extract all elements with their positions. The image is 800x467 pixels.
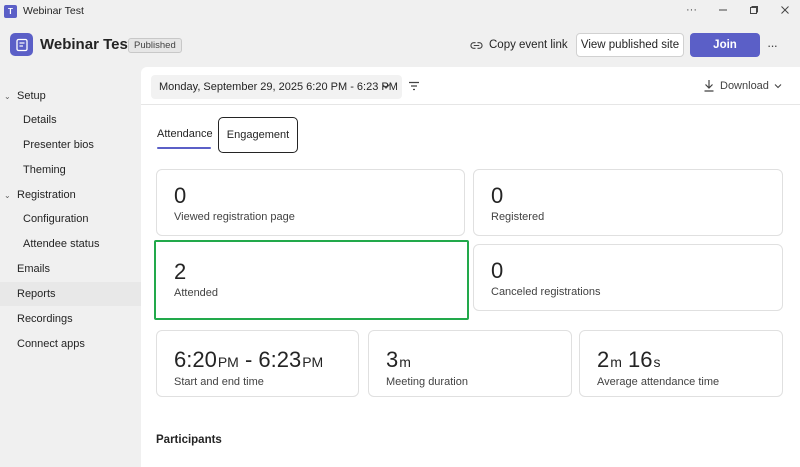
- duration-number: 3: [386, 347, 399, 372]
- time-range-value: 6:20PM - 6:23PM: [174, 347, 323, 373]
- date-range-value: Monday, September 29, 2025 6:20 PM - 6:2…: [159, 81, 398, 93]
- date-range-dropdown[interactable]: Monday, September 29, 2025 6:20 PM - 6:2…: [151, 75, 402, 99]
- active-tab-indicator: [157, 147, 211, 149]
- duration-unit: m: [399, 354, 411, 370]
- sidebar-item-label: Configuration: [23, 213, 89, 225]
- avg-seconds-unit: s: [653, 354, 661, 370]
- download-label: Download: [720, 79, 769, 92]
- stat-label: Canceled registrations: [491, 286, 601, 298]
- chevron-down-icon: [382, 84, 390, 89]
- chevron-down-icon: ⌄: [4, 91, 11, 101]
- sidebar-item-label: Theming: [23, 164, 66, 176]
- stat-value: 2: [174, 259, 187, 284]
- stat-value: 0: [491, 183, 504, 208]
- stat-card-canceled: 0 Canceled registrations: [473, 244, 783, 311]
- stat-label: Viewed registration page: [174, 211, 295, 223]
- end-ampm: PM: [302, 354, 324, 370]
- sidebar-item-emails[interactable]: Emails: [0, 257, 141, 281]
- start-time: 6:20: [174, 347, 217, 372]
- more-icon[interactable]: ···: [763, 33, 781, 57]
- sidebar-item-theming[interactable]: Theming: [0, 158, 141, 182]
- tab-engagement[interactable]: Engagement: [218, 117, 298, 153]
- sidebar-item-label: Reports: [17, 288, 56, 300]
- sidebar-item-attendee-status[interactable]: Attendee status: [0, 232, 141, 256]
- view-published-site-button[interactable]: View published site: [576, 33, 684, 57]
- event-header: Webinar Test Published Copy event link V…: [0, 22, 800, 67]
- event-title: Webinar Test: [40, 36, 133, 53]
- restore-icon[interactable]: [738, 0, 769, 20]
- stat-label: Meeting duration: [386, 376, 468, 388]
- chevron-down-icon: [774, 83, 782, 88]
- time-separator: -: [238, 347, 259, 372]
- stat-card-attended: 2 Attended: [154, 240, 469, 320]
- sidebar-item-connect-apps[interactable]: Connect apps: [0, 332, 141, 356]
- stat-label: Average attendance time: [597, 376, 720, 388]
- reports-toolbar: Monday, September 29, 2025 6:20 PM - 6:2…: [141, 67, 800, 105]
- copy-event-link-label: Copy event link: [489, 39, 568, 51]
- sidebar-item-details[interactable]: Details: [0, 108, 141, 132]
- minimize-icon[interactable]: [707, 0, 738, 20]
- close-icon[interactable]: [769, 0, 800, 20]
- stat-label: Start and end time: [174, 376, 264, 388]
- stat-value: 0: [174, 183, 187, 208]
- link-icon: [470, 41, 483, 49]
- chevron-down-icon: ⌄: [4, 190, 11, 200]
- teams-icon: T: [4, 4, 17, 18]
- duration-value: 3m: [386, 347, 411, 373]
- sidebar-item-label: Connect apps: [17, 338, 85, 350]
- tab-attendance[interactable]: Attendance: [157, 128, 213, 140]
- download-icon: [704, 80, 714, 92]
- stat-label: Attended: [174, 287, 219, 299]
- end-time: 6:23: [258, 347, 302, 372]
- window-title: Webinar Test: [23, 5, 84, 17]
- event-icon: [10, 33, 33, 56]
- sidebar-item-label: Details: [23, 114, 57, 126]
- sidebar-item-label: Registration: [17, 189, 76, 201]
- sidebar-item-recordings[interactable]: Recordings: [0, 307, 141, 331]
- sidebar: ⌄ Setup Details Presenter bios Theming ⌄…: [0, 67, 141, 467]
- sidebar-item-label: Presenter bios: [23, 139, 94, 151]
- status-badge: Published: [128, 38, 182, 53]
- sidebar-item-setup[interactable]: ⌄ Setup: [0, 84, 141, 108]
- filter-icon[interactable]: [407, 79, 421, 93]
- sidebar-item-label: Setup: [17, 90, 46, 102]
- more-options-icon[interactable]: ···: [676, 0, 707, 20]
- avg-seconds: 16: [628, 347, 653, 372]
- stat-card-registered: 0 Registered: [473, 169, 783, 236]
- sidebar-item-label: Emails: [17, 263, 51, 275]
- window-controls: ···: [676, 0, 800, 22]
- avg-minutes-unit: m: [610, 354, 622, 370]
- stat-card-viewed-registration: 0 Viewed registration page: [156, 169, 465, 236]
- join-button[interactable]: Join: [690, 33, 760, 57]
- stat-card-average-attendance: 2m 16s Average attendance time: [579, 330, 783, 397]
- sidebar-item-reports[interactable]: Reports: [0, 282, 141, 306]
- download-button[interactable]: Download: [703, 79, 788, 92]
- avg-minutes: 2: [597, 347, 610, 372]
- start-ampm: PM: [217, 354, 239, 370]
- sidebar-item-label: Recordings: [17, 313, 73, 325]
- copy-event-link-button[interactable]: Copy event link: [470, 35, 568, 55]
- title-bar: T Webinar Test ···: [0, 0, 800, 22]
- sidebar-item-presenter-bios[interactable]: Presenter bios: [0, 133, 141, 157]
- avg-attendance-value: 2m 16s: [597, 347, 661, 373]
- participants-heading: Participants: [156, 434, 222, 446]
- sidebar-item-configuration[interactable]: Configuration: [0, 207, 141, 231]
- stat-label: Registered: [491, 211, 545, 223]
- stat-value: 0: [491, 258, 504, 283]
- stat-card-start-end-time: 6:20PM - 6:23PM Start and end time: [156, 330, 359, 397]
- sidebar-item-label: Attendee status: [23, 238, 100, 250]
- stat-card-meeting-duration: 3m Meeting duration: [368, 330, 572, 397]
- sidebar-item-registration[interactable]: ⌄ Registration: [0, 183, 141, 207]
- reports-panel: Monday, September 29, 2025 6:20 PM - 6:2…: [141, 67, 800, 467]
